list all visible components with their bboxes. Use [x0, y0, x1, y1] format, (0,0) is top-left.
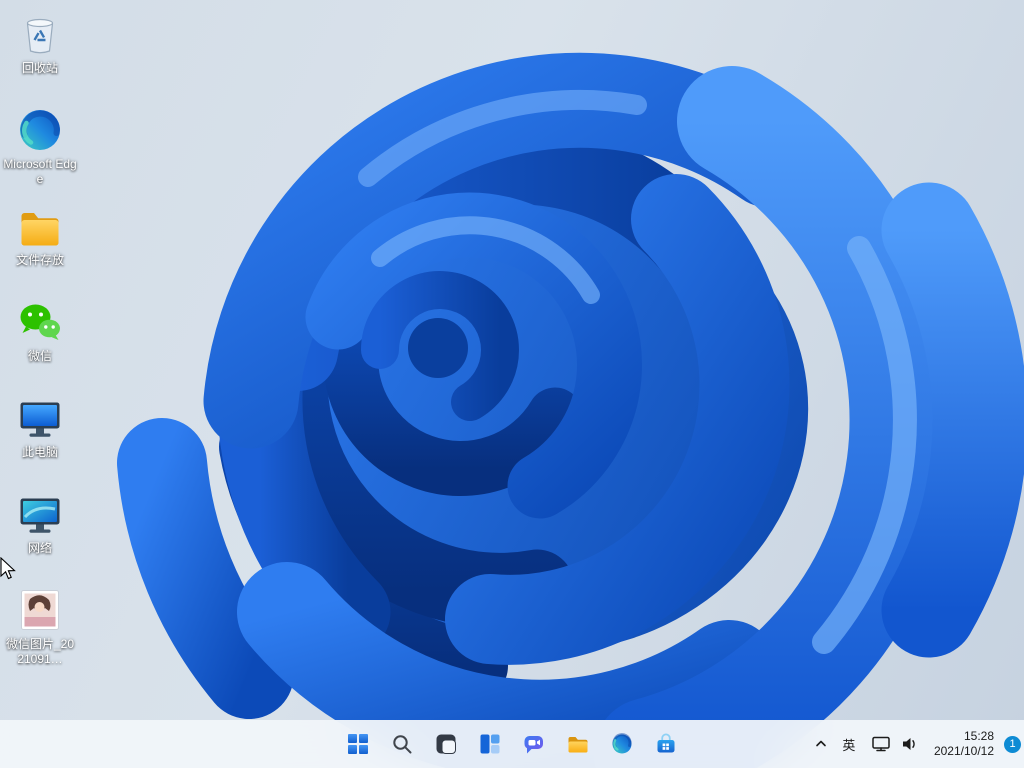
desktop-icon-label: 网络	[28, 541, 52, 556]
taskbar: 英 15:28 2021/10/12 1	[0, 720, 1024, 768]
widgets-button[interactable]	[470, 724, 510, 764]
desktop-icon-microsoft-edge[interactable]: Microsoft Edge	[2, 104, 78, 200]
task-view-button[interactable]	[426, 724, 466, 764]
widgets-icon	[478, 732, 502, 756]
desktop-icon-label: Microsoft Edge	[3, 157, 77, 187]
ime-indicator-button[interactable]: 英	[834, 724, 864, 764]
wechat-icon	[16, 298, 64, 346]
ime-language-label: 英	[842, 735, 855, 754]
microsoft-store-button[interactable]	[646, 724, 686, 764]
windows-logo-icon	[345, 731, 371, 757]
task-view-icon	[434, 732, 458, 756]
system-tray: 英 15:28 2021/10/12 1	[808, 720, 1021, 768]
edge-icon	[610, 732, 634, 756]
desktop-icon-wechat-image[interactable]: 微信图片_2021091…	[2, 584, 78, 680]
desktop-icon-file-folder[interactable]: 文件存放	[2, 200, 78, 296]
folder-icon	[16, 202, 64, 250]
clock-button[interactable]: 15:28 2021/10/12	[927, 724, 1001, 764]
file-explorer-icon	[566, 732, 590, 756]
store-icon	[654, 732, 678, 756]
desktop[interactable]: 回收站 Microsoft Edge 文件存放	[0, 0, 1024, 768]
network-icon	[16, 490, 64, 538]
hidden-icons-button[interactable]	[808, 724, 834, 764]
wallpaper-bloom	[0, 0, 1024, 768]
notification-badge[interactable]: 1	[1004, 736, 1021, 753]
volume-icon	[900, 735, 920, 753]
this-pc-icon	[16, 394, 64, 442]
network-icon	[871, 735, 891, 753]
recycle-bin-icon	[16, 10, 64, 58]
tray-time: 15:28	[964, 729, 994, 744]
edge-icon	[16, 106, 64, 154]
desktop-icon-this-pc[interactable]: 此电脑	[2, 392, 78, 488]
desktop-icon-label: 微信图片_2021091…	[3, 637, 77, 667]
taskbar-center-buttons	[338, 724, 686, 764]
search-icon	[390, 732, 414, 756]
desktop-icon-label: 微信	[28, 349, 52, 364]
chat-icon	[522, 732, 546, 756]
tray-date: 2021/10/12	[934, 744, 994, 759]
edge-button[interactable]	[602, 724, 642, 764]
network-volume-button[interactable]	[864, 724, 927, 764]
desktop-icon-wechat[interactable]: 微信	[2, 296, 78, 392]
chevron-up-icon	[813, 736, 829, 752]
desktop-icon-grid: 回收站 Microsoft Edge 文件存放	[2, 8, 78, 680]
search-button[interactable]	[382, 724, 422, 764]
image-thumbnail-icon	[16, 586, 64, 634]
desktop-icon-label: 此电脑	[22, 445, 58, 460]
chat-button[interactable]	[514, 724, 554, 764]
desktop-icon-recycle-bin[interactable]: 回收站	[2, 8, 78, 104]
start-button[interactable]	[338, 724, 378, 764]
desktop-icon-label: 文件存放	[16, 253, 64, 268]
file-explorer-button[interactable]	[558, 724, 598, 764]
desktop-icon-label: 回收站	[22, 61, 58, 76]
desktop-icon-network[interactable]: 网络	[2, 488, 78, 584]
